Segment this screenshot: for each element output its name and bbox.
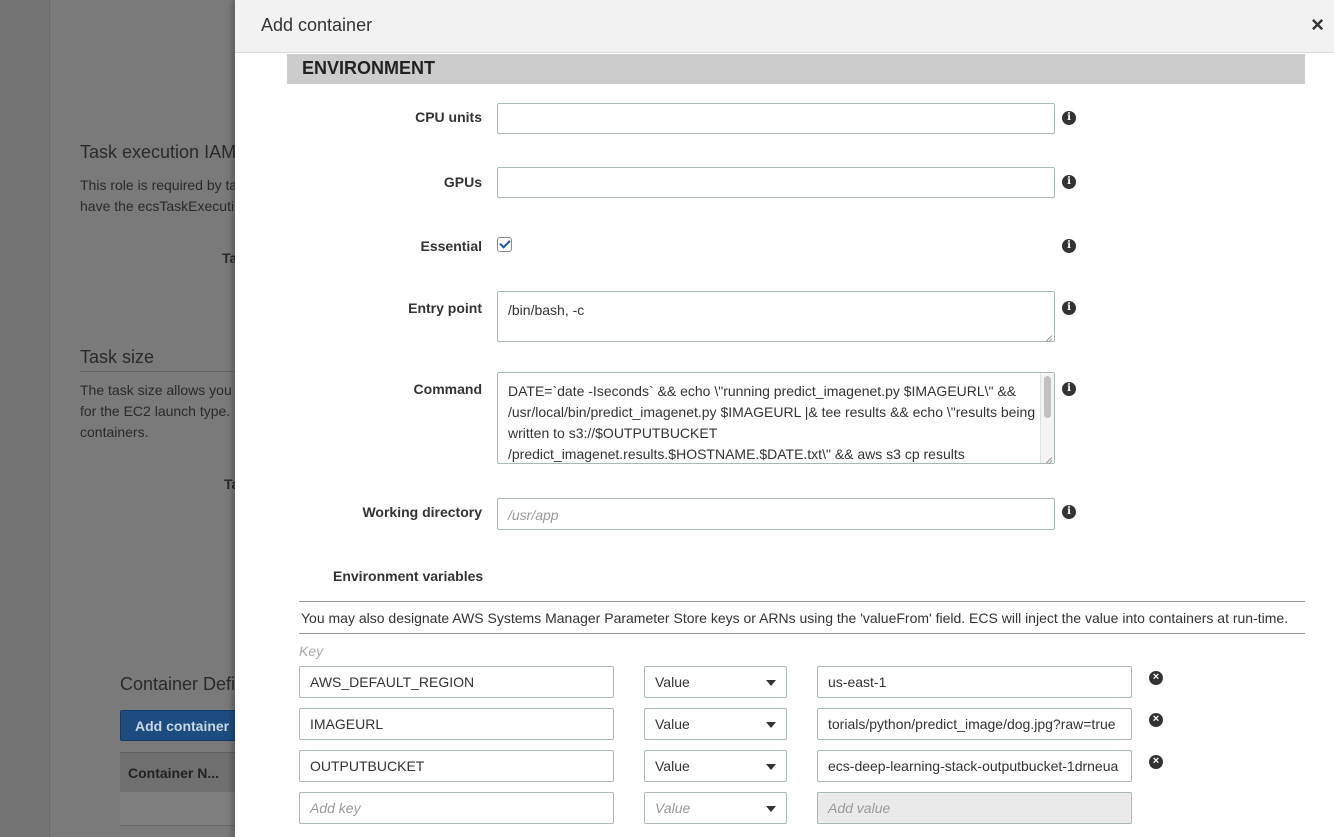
env-vars-bottom-divider <box>299 633 1305 634</box>
env-type-select[interactable]: Value <box>644 708 787 740</box>
gpus-info-icon[interactable]: i <box>1062 175 1076 189</box>
container-name-column-header[interactable]: Container N... <box>120 753 250 781</box>
environment-section-title: ENVIRONMENT <box>302 58 436 78</box>
close-icon[interactable]: × <box>1311 14 1324 36</box>
task-execution-text-2: have the ecsTaskExecuti <box>80 198 235 214</box>
essential-label: Essential <box>420 238 482 254</box>
chevron-down-icon <box>766 806 776 812</box>
command-label: Command <box>413 381 482 397</box>
essential-info-icon[interactable]: i <box>1062 239 1076 253</box>
task-size-text-2: for the EC2 launch type. <box>80 403 231 419</box>
working-directory-label: Working directory <box>362 504 482 520</box>
command-info-icon[interactable]: i <box>1062 382 1076 396</box>
task-size-text-1: The task size allows you <box>80 382 232 398</box>
cpu-units-input[interactable] <box>497 103 1055 134</box>
entry-point-label: Entry point <box>408 300 482 316</box>
env-key-column-header: Key <box>299 643 324 659</box>
env-key-input[interactable]: AWS_DEFAULT_REGION <box>299 666 614 698</box>
env-type-select[interactable]: Value <box>644 666 787 698</box>
container-definitions-heading: Container Defi <box>120 674 236 694</box>
add-container-modal: Add container × ENVIRONMENT CPU units i … <box>235 0 1334 837</box>
essential-checkbox[interactable] <box>497 237 512 252</box>
chevron-down-icon <box>766 680 776 686</box>
command-textarea[interactable]: DATE=`date -Iseconds` && echo \"running … <box>497 372 1055 464</box>
env-value-input[interactable]: torials/python/predict_image/dog.jpg?raw… <box>817 708 1132 740</box>
task-size-heading: Task size <box>80 347 155 367</box>
modal-header: Add container × <box>235 0 1334 53</box>
gpus-label: GPUs <box>443 174 482 190</box>
chevron-down-icon <box>766 764 776 770</box>
entry-point-value: /bin/bash, -c <box>508 302 585 318</box>
remove-row-icon[interactable]: × <box>1149 755 1163 769</box>
task-execution-heading: Task execution IAM <box>80 142 237 162</box>
container-table-header: Container N... <box>120 752 250 792</box>
resize-handle-icon[interactable] <box>1043 330 1053 340</box>
working-directory-input[interactable]: /usr/app <box>497 498 1055 530</box>
entry-point-info-icon[interactable]: i <box>1062 301 1076 315</box>
task-execution-text-1: This role is required by ta <box>80 177 238 193</box>
env-key-input[interactable]: IMAGEURL <box>299 708 614 740</box>
chevron-down-icon <box>766 722 776 728</box>
add-value-input[interactable]: Add value <box>817 792 1132 824</box>
command-value: DATE=`date -Iseconds` && echo \"running … <box>508 383 1036 462</box>
env-vars-note: You may also designate AWS Systems Manag… <box>301 610 1289 626</box>
background-left-sidebar <box>0 0 50 837</box>
env-value-input[interactable]: ecs-deep-learning-stack-outputbucket-1dr… <box>817 750 1132 782</box>
env-key-input[interactable]: OUTPUTBUCKET <box>299 750 614 782</box>
entry-point-textarea[interactable]: /bin/bash, -c <box>497 291 1055 342</box>
modal-title: Add container <box>261 15 373 35</box>
env-type-selected: Value <box>655 674 690 690</box>
cpu-units-label: CPU units <box>415 109 482 125</box>
env-type-placeholder: Value <box>655 800 691 816</box>
task-size-divider <box>80 371 240 372</box>
command-scrollbar[interactable] <box>1040 373 1054 463</box>
cpu-units-info-icon[interactable]: i <box>1062 111 1076 125</box>
env-vars-top-divider <box>299 601 1305 602</box>
remove-row-icon[interactable]: × <box>1149 671 1163 685</box>
add-container-button[interactable]: Add container <box>120 710 245 741</box>
resize-handle-icon[interactable] <box>1043 452 1053 462</box>
remove-row-icon[interactable]: × <box>1149 713 1163 727</box>
add-key-input[interactable]: Add key <box>299 792 614 824</box>
container-table-row <box>120 792 250 826</box>
env-type-select[interactable]: Value <box>644 792 787 824</box>
gpus-input[interactable] <box>497 167 1055 198</box>
environment-section-header: ENVIRONMENT <box>287 54 1305 84</box>
env-type-select[interactable]: Value <box>644 750 787 782</box>
env-type-selected: Value <box>655 716 690 732</box>
command-scrollbar-thumb[interactable] <box>1044 376 1051 418</box>
env-type-selected: Value <box>655 758 690 774</box>
working-directory-info-icon[interactable]: i <box>1062 505 1076 519</box>
task-size-text-3: containers. <box>80 424 149 440</box>
env-value-input[interactable]: us-east-1 <box>817 666 1132 698</box>
environment-variables-label: Environment variables <box>333 568 484 584</box>
